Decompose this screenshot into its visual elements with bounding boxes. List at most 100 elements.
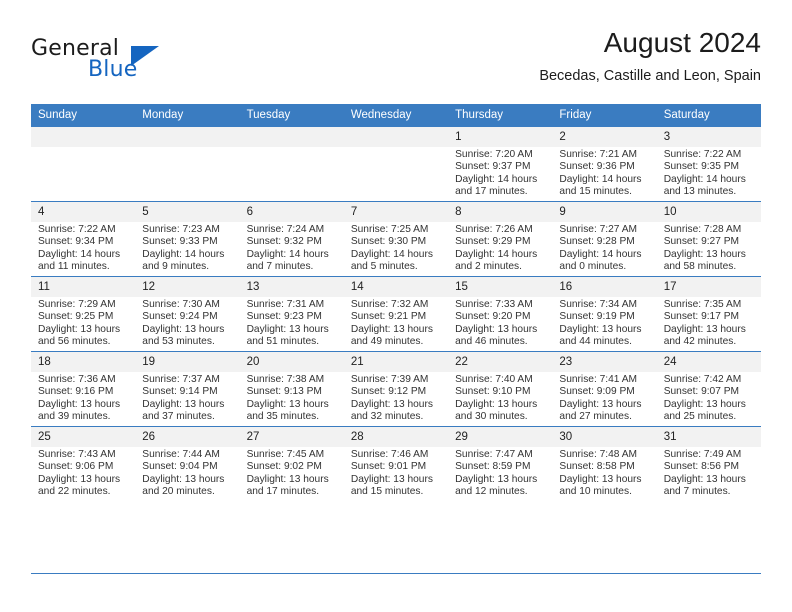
sunset-time: Sunset: 9:16 PM	[38, 386, 114, 398]
day-number: 7	[343, 202, 449, 222]
daylight-duration-line2: and 20 minutes.	[142, 486, 215, 498]
calendar-day-cell[interactable]: 23 Sunrise: 7:41 AM Sunset: 9:09 PM Dayligh…	[552, 351, 657, 427]
calendar-cell-inner: 4 Sunrise: 7:22 AM Sunset: 9:34 PM Daylight…	[31, 202, 136, 276]
sunset-time: Sunset: 9:09 PM	[559, 386, 635, 398]
day-details: Sunrise: 7:22 AM Sunset: 9:35 PM Daylight:…	[657, 147, 761, 199]
calendar-day-cell[interactable]: 5 Sunrise: 7:23 AM Sunset: 9:33 PM Daylight…	[135, 201, 240, 277]
calendar-cell-inner: 6 Sunrise: 7:24 AM Sunset: 9:32 PM Daylight…	[239, 202, 344, 276]
weekday-header-monday: Monday	[135, 104, 240, 127]
daylight-duration-line2: and 17 minutes.	[455, 186, 528, 198]
calendar-day-cell[interactable]: 16 Sunrise: 7:34 AM Sunset: 9:19 PM Dayligh…	[552, 276, 657, 352]
calendar-day-cell[interactable]: 27 Sunrise: 7:45 AM Sunset: 9:02 PM Dayligh…	[239, 426, 344, 501]
calendar-day-cell[interactable]: 20 Sunrise: 7:38 AM Sunset: 9:13 PM Dayligh…	[239, 351, 344, 427]
calendar-day-cell[interactable]: 14 Sunrise: 7:32 AM Sunset: 9:21 PM Dayligh…	[343, 276, 449, 352]
daylight-duration-line1: Daylight: 14 hours	[142, 248, 225, 260]
calendar-day-cell[interactable]: 10 Sunrise: 7:28 AM Sunset: 9:27 PM Dayligh…	[656, 201, 761, 277]
calendar-day-cell[interactable]: 19 Sunrise: 7:37 AM Sunset: 9:14 PM Dayligh…	[135, 351, 240, 427]
calendar-day-cell[interactable]: 7 Sunrise: 7:25 AM Sunset: 9:30 PM Daylight…	[343, 201, 449, 277]
calendar-day-cell[interactable]: 3 Sunrise: 7:22 AM Sunset: 9:35 PM Daylight…	[656, 126, 761, 202]
general-blue-logo[interactable]: General Blue	[31, 36, 231, 88]
daylight-duration-line1: Daylight: 13 hours	[350, 398, 433, 410]
calendar-day-cell[interactable]: 12 Sunrise: 7:30 AM Sunset: 9:24 PM Dayligh…	[135, 276, 240, 352]
calendar-day-cell[interactable]: 29 Sunrise: 7:47 AM Sunset: 8:59 PM Dayligh…	[448, 426, 553, 501]
sunrise-time: Sunrise: 7:49 AM	[663, 449, 742, 460]
calendar-day-cell[interactable]: 26 Sunrise: 7:44 AM Sunset: 9:04 PM Dayligh…	[135, 426, 240, 501]
day-details: Sunrise: 7:26 AM Sunset: 9:29 PM Daylight:…	[448, 222, 552, 274]
calendar-day-cell[interactable]: 30 Sunrise: 7:48 AM Sunset: 8:58 PM Dayligh…	[552, 426, 657, 501]
weekday-header-wednesday: Wednesday	[343, 104, 449, 127]
calendar-day-cell[interactable]: 1 Sunrise: 7:20 AM Sunset: 9:37 PM Daylight…	[448, 126, 553, 202]
calendar-day-cell[interactable]: 6 Sunrise: 7:24 AM Sunset: 9:32 PM Daylight…	[239, 201, 344, 277]
day-number: 11	[31, 277, 136, 297]
daylight-duration-line1: Daylight: 13 hours	[663, 248, 746, 260]
calendar-day-cell[interactable]: 24 Sunrise: 7:42 AM Sunset: 9:07 PM Dayligh…	[656, 351, 761, 427]
daylight-duration-line1: Daylight: 14 hours	[455, 248, 538, 260]
sunset-time: Sunset: 9:04 PM	[142, 461, 218, 473]
day-number: 20	[239, 352, 344, 372]
logo-text-blue: Blue	[88, 57, 138, 82]
daylight-duration-line1: Daylight: 13 hours	[246, 323, 329, 335]
calendar-day-cell[interactable]: 28 Sunrise: 7:46 AM Sunset: 9:01 PM Dayligh…	[343, 426, 449, 501]
day-details: Sunrise: 7:37 AM Sunset: 9:14 PM Daylight:…	[135, 372, 239, 424]
calendar-day-cell[interactable]: 17 Sunrise: 7:35 AM Sunset: 9:17 PM Dayligh…	[656, 276, 761, 352]
calendar-day-cell[interactable]: 4 Sunrise: 7:22 AM Sunset: 9:34 PM Daylight…	[31, 201, 136, 277]
day-number: 5	[135, 202, 240, 222]
calendar-day-cell[interactable]: 11 Sunrise: 7:29 AM Sunset: 9:25 PM Dayligh…	[31, 276, 136, 352]
day-number: 24	[656, 352, 761, 372]
day-details: Sunrise: 7:39 AM Sunset: 9:12 PM Daylight:…	[344, 372, 448, 424]
sunrise-time: Sunrise: 7:32 AM	[350, 299, 429, 310]
daylight-duration-line2: and 22 minutes.	[38, 486, 111, 498]
calendar-cell-inner: 16 Sunrise: 7:34 AM Sunset: 9:19 PM Dayligh…	[552, 277, 657, 351]
day-number: 28	[343, 427, 449, 447]
sunset-time: Sunset: 9:17 PM	[663, 311, 740, 323]
sunset-time: Sunset: 9:06 PM	[38, 461, 114, 473]
calendar-day-cell[interactable]: 18 Sunrise: 7:36 AM Sunset: 9:16 PM Dayligh…	[31, 351, 136, 427]
calendar-cell-empty	[239, 126, 344, 202]
day-details: Sunrise: 7:31 AM Sunset: 9:23 PM Daylight:…	[240, 297, 344, 349]
day-number: 15	[448, 277, 553, 297]
daylight-duration-line2: and 2 minutes.	[455, 261, 522, 273]
daylight-duration-line1: Daylight: 13 hours	[38, 398, 121, 410]
calendar-day-cell[interactable]: 15 Sunrise: 7:33 AM Sunset: 9:20 PM Dayligh…	[448, 276, 553, 352]
calendar-day-cell[interactable]: 31 Sunrise: 7:49 AM Sunset: 8:56 PM Dayligh…	[656, 426, 761, 501]
calendar-cell-inner: 1 Sunrise: 7:20 AM Sunset: 9:37 PM Daylight…	[448, 127, 553, 201]
calendar-day-cell[interactable]: 13 Sunrise: 7:31 AM Sunset: 9:23 PM Dayligh…	[239, 276, 344, 352]
day-details: Sunrise: 7:35 AM Sunset: 9:17 PM Daylight:…	[657, 297, 761, 349]
calendar-day-cell[interactable]: 2 Sunrise: 7:21 AM Sunset: 9:36 PM Daylight…	[552, 126, 657, 202]
sunrise-time: Sunrise: 7:25 AM	[350, 224, 429, 235]
daylight-duration-line2: and 56 minutes.	[38, 336, 111, 348]
calendar-day-cell[interactable]: 21 Sunrise: 7:39 AM Sunset: 9:12 PM Dayligh…	[343, 351, 449, 427]
day-number: 21	[343, 352, 449, 372]
daylight-duration-line1: Daylight: 13 hours	[350, 323, 433, 335]
day-number: 22	[448, 352, 553, 372]
calendar-cell-inner: 21 Sunrise: 7:39 AM Sunset: 9:12 PM Dayligh…	[343, 352, 449, 426]
page-header: General Blue August 2024 Becedas, Castil…	[31, 26, 761, 98]
title-block: August 2024 Becedas, Castille and Leon, …	[539, 26, 761, 85]
calendar-cell-inner: 28 Sunrise: 7:46 AM Sunset: 9:01 PM Dayligh…	[343, 427, 449, 501]
day-details: Sunrise: 7:45 AM Sunset: 9:02 PM Daylight:…	[240, 447, 344, 499]
daylight-duration-line2: and 51 minutes.	[246, 336, 320, 348]
weekday-header-friday: Friday	[552, 104, 657, 127]
sunset-time: Sunset: 8:58 PM	[559, 461, 635, 473]
day-details: Sunrise: 7:38 AM Sunset: 9:13 PM Daylight:…	[240, 372, 344, 424]
daylight-duration-line2: and 58 minutes.	[663, 261, 737, 273]
day-number: 29	[448, 427, 553, 447]
calendar-day-cell[interactable]: 25 Sunrise: 7:43 AM Sunset: 9:06 PM Dayligh…	[31, 426, 136, 501]
daylight-duration-line1: Daylight: 14 hours	[246, 248, 329, 260]
daylight-duration-line2: and 12 minutes.	[455, 486, 528, 498]
calendar-day-cell[interactable]: 9 Sunrise: 7:27 AM Sunset: 9:28 PM Daylight…	[552, 201, 657, 277]
sunset-time: Sunset: 9:30 PM	[350, 236, 427, 248]
sunrise-time: Sunrise: 7:42 AM	[663, 374, 742, 385]
sunset-time: Sunset: 9:33 PM	[142, 236, 218, 248]
sunset-time: Sunset: 9:29 PM	[455, 236, 531, 248]
day-details: Sunrise: 7:30 AM Sunset: 9:24 PM Daylight:…	[135, 297, 239, 349]
calendar-cell-inner: 9 Sunrise: 7:27 AM Sunset: 9:28 PM Daylight…	[552, 202, 657, 276]
day-number: 14	[343, 277, 449, 297]
daylight-duration-line2: and 15 minutes.	[350, 486, 424, 498]
sunrise-time: Sunrise: 7:29 AM	[38, 299, 116, 310]
sunrise-time: Sunrise: 7:21 AM	[559, 149, 637, 160]
calendar-day-cell[interactable]: 22 Sunrise: 7:40 AM Sunset: 9:10 PM Dayligh…	[448, 351, 553, 427]
calendar-day-cell[interactable]: 8 Sunrise: 7:26 AM Sunset: 9:29 PM Daylight…	[448, 201, 553, 277]
sunrise-time: Sunrise: 7:39 AM	[350, 374, 429, 385]
calendar-cell-inner: 20 Sunrise: 7:38 AM Sunset: 9:13 PM Dayligh…	[239, 352, 344, 426]
